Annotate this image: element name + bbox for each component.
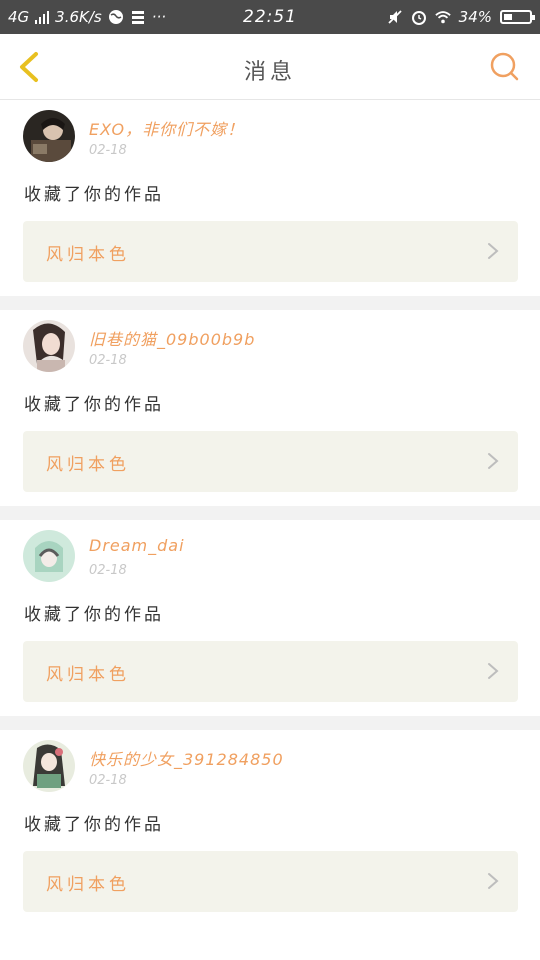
message-list: EXO，非你们不嫁！ 02-18 收藏了你的作品 风归本色 旧巷的猫_09b00… [0,100,540,926]
divider [0,716,540,730]
action-text: 收藏了你的作品 [24,815,164,835]
work-card[interactable]: 风归本色 [23,641,518,702]
avatar[interactable] [23,320,75,372]
message-date: 02-18 [89,353,127,368]
message-date: 02-18 [89,773,127,788]
chevron-right-icon [488,663,499,679]
battery-icon [500,10,535,24]
list-item: 快乐的少女_391284850 02-18 收藏了你的作品 风归本色 [0,730,540,926]
action-text: 收藏了你的作品 [24,605,164,625]
navigation-bar: 消息 [0,34,540,100]
list-item: Dream_dai 02-18 收藏了你的作品 风归本色 [0,520,540,716]
status-right: 34% [387,8,535,26]
work-card[interactable]: 风归本色 [23,221,518,282]
work-card[interactable]: 风归本色 [23,851,518,912]
list-item: EXO，非你们不嫁！ 02-18 收藏了你的作品 风归本色 [0,100,540,296]
username-link[interactable]: Dream_dai [89,536,185,555]
action-text: 收藏了你的作品 [24,185,164,205]
chevron-right-icon [488,873,499,889]
mute-icon [388,10,402,24]
work-title: 风归本色 [46,245,130,265]
message-date: 02-18 [89,143,127,158]
status-bar: 4G 3.6K/s ··· 22:51 34% [0,0,540,34]
avatar[interactable] [23,530,75,582]
divider [0,296,540,310]
work-title: 风归本色 [46,665,130,685]
chevron-right-icon [488,243,499,259]
work-title: 风归本色 [46,455,130,475]
wifi-icon [434,11,451,24]
chevron-right-icon [488,453,499,469]
avatar[interactable] [23,740,75,792]
username-link[interactable]: EXO，非你们不嫁！ [89,116,244,140]
avatar[interactable] [23,110,75,162]
username-link[interactable]: 快乐的少女_391284850 [89,746,284,770]
alarm-icon [411,11,426,25]
work-card[interactable]: 风归本色 [23,431,518,492]
work-title: 风归本色 [46,875,130,895]
action-text: 收藏了你的作品 [24,395,164,415]
page-title: 消息 [243,60,296,85]
username-link[interactable]: 旧巷的猫_09b00b9b [89,326,255,350]
search-icon[interactable] [488,50,522,84]
battery-percent: 34% [458,8,492,26]
divider [0,506,540,520]
list-item: 旧巷的猫_09b00b9b 02-18 收藏了你的作品 风归本色 [0,310,540,506]
message-date: 02-18 [89,563,127,578]
